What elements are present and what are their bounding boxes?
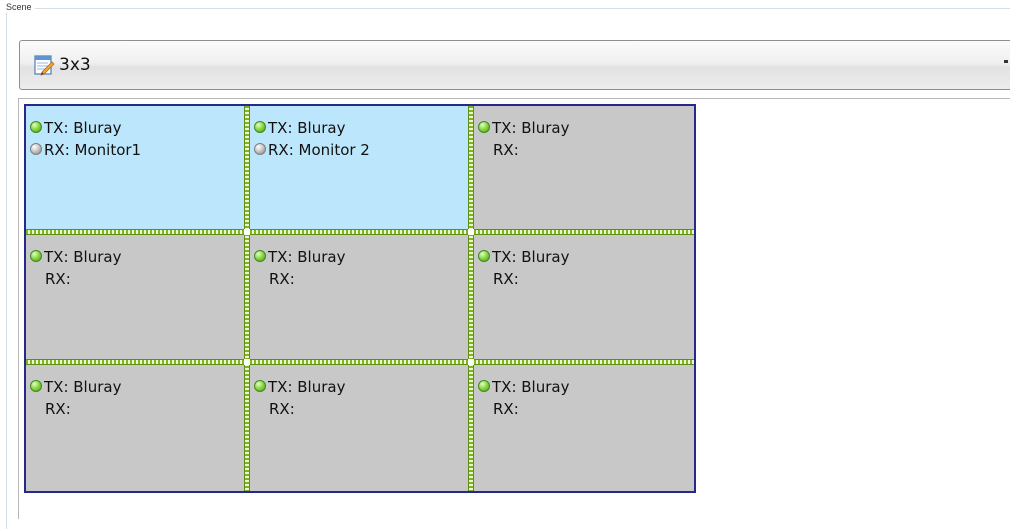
wall-cell[interactable]: TX: Bluray RX: [250,365,468,491]
wall-cell[interactable]: TX: Bluray RX: [26,365,244,491]
status-dot-icon [30,380,42,392]
status-dot-icon [254,250,266,262]
column-splitter[interactable] [468,106,474,491]
status-dot-icon [478,121,490,133]
splitter-junction [468,229,474,235]
wall-cell[interactable]: TX: Bluray RX: Monitor 2 [250,106,468,229]
wall-cell[interactable]: TX: Bluray RX: [26,235,244,359]
status-dot-icon [30,250,42,262]
cell-tx-label: TX: Bluray [30,377,121,397]
row-splitter[interactable] [26,229,694,235]
cell-rx-label: RX: [45,400,71,418]
row-splitter[interactable] [26,359,694,365]
cell-tx-label: TX: Bluray [478,377,569,397]
status-dot-icon [254,143,266,155]
cell-tx-label: TX: Bluray [254,247,345,267]
status-dot-icon [30,143,42,155]
cell-rx-label: RX: Monitor1 [30,140,141,160]
status-dot-icon [478,380,490,392]
cell-tx-label: TX: Bluray [254,377,345,397]
splitter-junction [244,229,250,235]
cell-tx-label: TX: Bluray [478,118,569,138]
status-dot-icon [478,250,490,262]
cell-rx-label: RX: [493,270,519,288]
wall-cell[interactable]: TX: Bluray RX: [474,106,694,229]
dropdown-arrow-icon[interactable] [1004,60,1008,63]
cell-rx-label: RX: [493,400,519,418]
cell-tx-label: TX: Bluray [254,118,345,138]
status-dot-icon [254,121,266,133]
cell-rx-label: RX: [269,270,295,288]
status-dot-icon [30,121,42,133]
scene-select[interactable]: 3x3 [19,40,1010,90]
wall-cell[interactable]: TX: Bluray RX: [474,235,694,359]
cell-tx-label: TX: Bluray [30,118,121,138]
cell-rx-label: RX: [45,270,71,288]
scene-select-value: 3x3 [59,55,91,75]
video-wall-grid: TX: Bluray RX: Monitor1 TX: Bluray RX: M… [24,104,696,493]
cell-tx-label: TX: Bluray [478,247,569,267]
cell-rx-label: RX: [269,400,295,418]
splitter-junction [244,359,250,365]
wall-cell[interactable]: TX: Bluray RX: [250,235,468,359]
scene-group-title: Scene [6,1,35,13]
column-splitter[interactable] [244,106,250,491]
note-edit-icon [34,55,55,76]
wall-cell[interactable]: TX: Bluray RX: Monitor1 [26,106,244,229]
splitter-junction [468,359,474,365]
cell-rx-label: RX: Monitor 2 [254,140,370,160]
cell-tx-label: TX: Bluray [30,247,121,267]
wall-cell[interactable]: TX: Bluray RX: [474,365,694,491]
cell-rx-label: RX: [493,141,519,159]
status-dot-icon [254,380,266,392]
